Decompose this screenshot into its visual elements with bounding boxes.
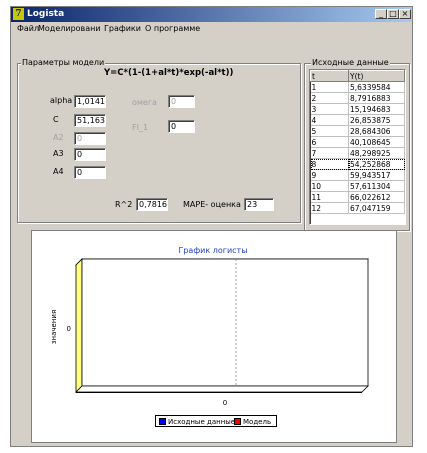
legend-label-model: Модель	[243, 418, 272, 426]
close-button[interactable]: ×	[399, 9, 411, 19]
minimize-button[interactable]: _	[375, 9, 387, 19]
app-icon: 7	[13, 8, 24, 20]
cell-y[interactable]: 57,611304	[348, 180, 405, 192]
table-row[interactable]: 3 15,194683	[310, 103, 405, 115]
menu-file[interactable]: Файл	[17, 24, 39, 34]
omega-field[interactable]: 0	[168, 95, 195, 108]
a2-label: A2	[53, 133, 64, 142]
legend-label-source: Исходные данные	[168, 418, 236, 426]
table-row[interactable]: 2 8,7916883	[310, 92, 405, 104]
params-group-label: Параметры модели	[21, 58, 106, 67]
cell-y[interactable]: 67,047159	[348, 202, 405, 214]
x-tick-label: 0	[223, 399, 227, 407]
cell-t[interactable]: 3	[310, 103, 349, 115]
a3-field[interactable]: 0	[74, 148, 106, 161]
a4-field[interactable]: 0	[74, 166, 106, 179]
table-row[interactable]: 9 59,943517	[310, 169, 405, 181]
table-row[interactable]: 10 57,611304	[310, 180, 405, 192]
menu-modeling[interactable]: Моделировани	[38, 24, 101, 34]
column-header-y[interactable]: Y(t)	[348, 70, 405, 82]
mape-label: MAPE- оценка	[183, 200, 241, 209]
table-row[interactable]: 5 28,684306	[310, 125, 405, 137]
table-row[interactable]: 7 48,298925	[310, 147, 405, 159]
cell-t[interactable]: 2	[310, 92, 349, 104]
chart-back-wall	[81, 258, 369, 387]
cell-t[interactable]: 1	[310, 81, 349, 93]
table-row[interactable]: 4 26,853875	[310, 114, 405, 126]
y-tick-label: 0	[67, 325, 71, 333]
mape-field[interactable]: 23	[244, 198, 274, 211]
legend-swatch-source	[159, 418, 166, 425]
alpha-label: alpha	[50, 96, 73, 105]
a2-field[interactable]: 0	[74, 132, 106, 145]
cell-t[interactable]: 5	[310, 125, 349, 137]
cell-t[interactable]: 12	[310, 202, 349, 214]
chart-floor-edge	[76, 392, 362, 393]
table-row[interactable]: 8 54,252868	[310, 158, 405, 170]
cell-t[interactable]: 11	[310, 191, 349, 203]
chart-left-wall	[75, 258, 83, 393]
column-header-t[interactable]: t	[310, 70, 349, 82]
menu-bar: Файл Моделировани Графики О программе	[11, 22, 412, 36]
cell-t[interactable]: 7	[310, 147, 349, 159]
cell-t[interactable]: 10	[310, 180, 349, 192]
cell-y[interactable]: 59,943517	[348, 169, 405, 181]
table-row[interactable]: 12 67,047159	[310, 202, 405, 214]
a3-label: A3	[53, 149, 64, 158]
r2-field[interactable]: 0,7816	[136, 198, 168, 211]
omega-label: омега	[132, 98, 157, 107]
cell-y[interactable]: 26,853875	[348, 114, 405, 126]
chart-legend: Исходные данные Модель	[155, 415, 277, 427]
model-formula: Y=C*(1-(1+al*t)*exp(-al*t))	[104, 68, 234, 78]
c-field[interactable]: 51,163	[74, 114, 106, 127]
fi-field[interactable]: 0	[168, 120, 195, 133]
screen: { "window": {"title": "Logista", "icon_l…	[0, 0, 427, 453]
cell-y[interactable]: 28,684306	[348, 125, 405, 137]
chart-floor	[75, 385, 369, 393]
cell-t[interactable]: 9	[310, 169, 349, 181]
y-axis-label: значения	[50, 310, 58, 344]
r2-label: R^2	[115, 200, 133, 209]
window-title: Logista	[27, 9, 65, 19]
source-data-group-label: Исходные данные	[311, 58, 390, 67]
c-label: C	[53, 115, 59, 124]
cell-y[interactable]: 8,7916883	[348, 92, 405, 104]
cell-y[interactable]: 48,298925	[348, 147, 405, 159]
cell-y[interactable]: 5,6339584	[348, 81, 405, 93]
title-bar[interactable]: 7 Logista _ □ ×	[11, 7, 412, 22]
app-window: 7 Logista _ □ × Файл Моделировани График…	[10, 6, 413, 447]
table-row[interactable]: 6 40,108645	[310, 136, 405, 148]
a4-label: A4	[53, 167, 64, 176]
menu-about[interactable]: О программе	[145, 24, 200, 34]
legend-swatch-model	[234, 418, 241, 425]
cell-y[interactable]: 54,252868	[348, 158, 405, 170]
cell-y[interactable]: 66,022612	[348, 191, 405, 203]
chart-title: График логисты	[178, 246, 247, 255]
alpha-field[interactable]: 1,0141	[74, 95, 106, 108]
source-data-grid[interactable]: t Y(t) 1 5,6339584 2 8,7916883 3 15,194683 4 26…	[309, 69, 406, 225]
cell-t[interactable]: 8	[310, 158, 349, 170]
fi-label: FI_1	[132, 123, 149, 132]
table-row[interactable]: 1 5,6339584	[310, 81, 405, 93]
cell-t[interactable]: 6	[310, 136, 349, 148]
chart-panel: График логисты 0 0 значения Исходные дан…	[31, 230, 397, 443]
chart: График логисты 0 0 значения	[50, 246, 369, 407]
maximize-button[interactable]: □	[387, 9, 399, 19]
cell-y[interactable]: 15,194683	[348, 103, 405, 115]
menu-charts[interactable]: Графики	[104, 24, 141, 34]
table-row[interactable]: 11 66,022612	[310, 191, 405, 203]
cell-y[interactable]: 40,108645	[348, 136, 405, 148]
cell-t[interactable]: 4	[310, 114, 349, 126]
